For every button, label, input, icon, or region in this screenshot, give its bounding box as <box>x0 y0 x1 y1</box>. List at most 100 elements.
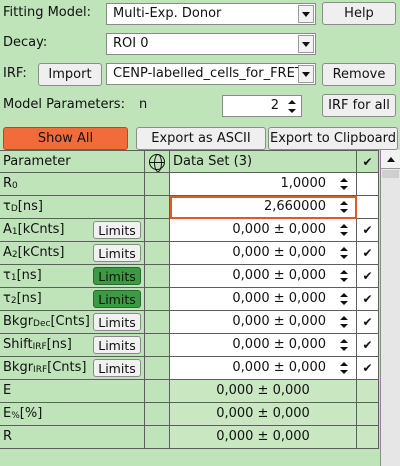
decay-label: Decay: <box>3 35 48 50</box>
header-check-icon[interactable]: ✔ <box>357 150 379 173</box>
value-cell[interactable]: 0,000 ± 0,000 <box>170 311 357 334</box>
arrow-down-icon[interactable] <box>337 299 351 307</box>
table-header: Parameter Data Set (3) ✔ <box>0 150 379 173</box>
fit-checkbox[interactable]: ✔ <box>357 288 379 311</box>
table-scrollbar[interactable] <box>380 150 400 466</box>
fit-checkbox[interactable] <box>357 196 379 219</box>
arrow-up-icon[interactable] <box>284 97 300 106</box>
value-cell[interactable]: 0,000 ± 0,000 <box>170 334 357 357</box>
show-all-button[interactable]: Show All <box>3 127 128 150</box>
fit-checkbox[interactable]: ✔ <box>357 265 379 288</box>
limits-button[interactable]: Limits <box>93 359 141 377</box>
value-text: 0,000 ± 0,000 <box>232 245 326 260</box>
scroll-up-icon[interactable] <box>381 150 400 169</box>
arrow-up-icon[interactable] <box>337 176 351 184</box>
arrow-up-icon[interactable] <box>337 222 351 230</box>
arrow-up-icon[interactable] <box>337 268 351 276</box>
limits-button[interactable]: Limits <box>93 336 141 354</box>
table-row: BkgrIRF[Cnts] Limits 0,000 ± 0,000 ✔ <box>0 357 379 380</box>
arrow-down-icon[interactable] <box>337 345 351 353</box>
globe-icon[interactable] <box>149 154 165 172</box>
value-spin-arrows[interactable] <box>337 360 351 376</box>
value-cell[interactable]: 0,000 ± 0,000 <box>170 265 357 288</box>
value-cell[interactable]: 2,660000 <box>170 196 357 219</box>
fit-checkbox[interactable]: ✔ <box>357 357 379 380</box>
value-cell[interactable]: 0,000 ± 0,000 <box>170 357 357 380</box>
value-spin-arrows[interactable] <box>337 176 351 192</box>
limits-button[interactable]: Limits <box>93 313 141 331</box>
fit-checkbox[interactable] <box>357 380 379 403</box>
n-spinbox[interactable]: 2 <box>222 95 302 117</box>
parameter-name: E <box>3 383 12 398</box>
arrow-down-icon[interactable] <box>337 184 351 192</box>
arrow-down-icon[interactable] <box>337 207 351 215</box>
fit-checkbox[interactable]: ✔ <box>357 219 379 242</box>
arrow-down-icon[interactable] <box>337 276 351 284</box>
value-text: 0,000 ± 0,000 <box>232 337 326 352</box>
scroll-thumb[interactable] <box>382 170 399 178</box>
arrow-down-icon[interactable] <box>337 322 351 330</box>
table-row: τ2[ns] Limits 0,000 ± 0,000 ✔ <box>0 288 379 311</box>
value-cell[interactable]: 0,000 ± 0,000 <box>170 403 357 426</box>
limits-button[interactable]: Limits <box>93 221 141 239</box>
value-spin-arrows[interactable] <box>337 268 351 284</box>
arrow-up-icon[interactable] <box>337 245 351 253</box>
arrow-down-icon[interactable] <box>337 230 351 238</box>
fit-checkbox[interactable]: ✔ <box>357 242 379 265</box>
import-button[interactable]: Import <box>38 63 102 86</box>
table-row: ShiftIRF[ns] Limits 0,000 ± 0,000 ✔ <box>0 334 379 357</box>
arrow-down-icon[interactable] <box>337 253 351 261</box>
spin-arrows[interactable] <box>284 97 300 115</box>
fit-checkbox[interactable]: ✔ <box>357 311 379 334</box>
value-cell[interactable]: 0,000 ± 0,000 <box>170 380 357 403</box>
fitting-model-select[interactable]: Multi-Exp. Donor <box>106 3 316 25</box>
export-ascii-button[interactable]: Export as ASCII <box>136 127 266 150</box>
limits-button[interactable]: Limits <box>93 267 141 285</box>
value-text: 0,000 ± 0,000 <box>232 268 326 283</box>
arrow-up-icon[interactable] <box>337 314 351 322</box>
header-parameter: Parameter <box>3 154 71 169</box>
irf-for-all-button[interactable]: IRF for all <box>322 94 396 117</box>
value-cell[interactable]: 0,000 ± 0,000 <box>170 219 357 242</box>
parameter-name: R0 <box>3 176 18 191</box>
value-spin-arrows[interactable] <box>337 314 351 330</box>
table-row: E%[%] 0,000 ± 0,000 <box>0 403 379 426</box>
chevron-down-icon[interactable] <box>298 65 314 83</box>
value-spin-arrows[interactable] <box>337 222 351 238</box>
value-cell[interactable]: 0,000 ± 0,000 <box>170 242 357 265</box>
arrow-down-icon[interactable] <box>337 368 351 376</box>
fit-checkbox[interactable] <box>357 173 379 196</box>
arrow-up-icon[interactable] <box>337 199 351 207</box>
parameter-name: E%[%] <box>3 406 43 421</box>
value-text: 0,000 ± 0,000 <box>232 314 326 329</box>
fit-checkbox[interactable]: ✔ <box>357 334 379 357</box>
value-text: 0,000 ± 0,000 <box>216 383 310 398</box>
parameter-name: BkgrIRF[Cnts] <box>3 360 87 375</box>
irf-select[interactable]: CENP-labelled_cells_for_FRET_ <box>106 63 316 85</box>
value-spin-arrows[interactable] <box>337 245 351 261</box>
value-spin-arrows[interactable] <box>337 291 351 307</box>
value-cell[interactable]: 0,000 ± 0,000 <box>170 288 357 311</box>
value-spin-arrows[interactable] <box>337 199 351 215</box>
arrow-down-icon[interactable] <box>284 106 300 115</box>
fitting-model-value: Multi-Exp. Donor <box>113 6 222 21</box>
export-clipboard-button[interactable]: Export to Clipboard <box>268 127 398 150</box>
fit-checkbox[interactable] <box>357 403 379 426</box>
arrow-up-icon[interactable] <box>337 360 351 368</box>
help-button[interactable]: Help <box>322 2 396 25</box>
arrow-up-icon[interactable] <box>337 291 351 299</box>
header-dataset: Data Set (3) <box>173 154 253 169</box>
chevron-down-icon[interactable] <box>298 5 314 23</box>
arrow-up-icon[interactable] <box>337 337 351 345</box>
value-cell[interactable]: 0,000 ± 0,000 <box>170 426 357 449</box>
parameter-name: τ1[ns] <box>3 268 42 283</box>
decay-select[interactable]: ROI 0 <box>106 33 316 55</box>
value-text: 2,660000 <box>263 199 326 214</box>
chevron-down-icon[interactable] <box>298 35 314 53</box>
value-spin-arrows[interactable] <box>337 337 351 353</box>
limits-button[interactable]: Limits <box>93 290 141 308</box>
remove-button[interactable]: Remove <box>322 63 396 86</box>
value-cell[interactable]: 1,0000 <box>170 173 357 196</box>
limits-button[interactable]: Limits <box>93 244 141 262</box>
fit-checkbox[interactable] <box>357 426 379 449</box>
